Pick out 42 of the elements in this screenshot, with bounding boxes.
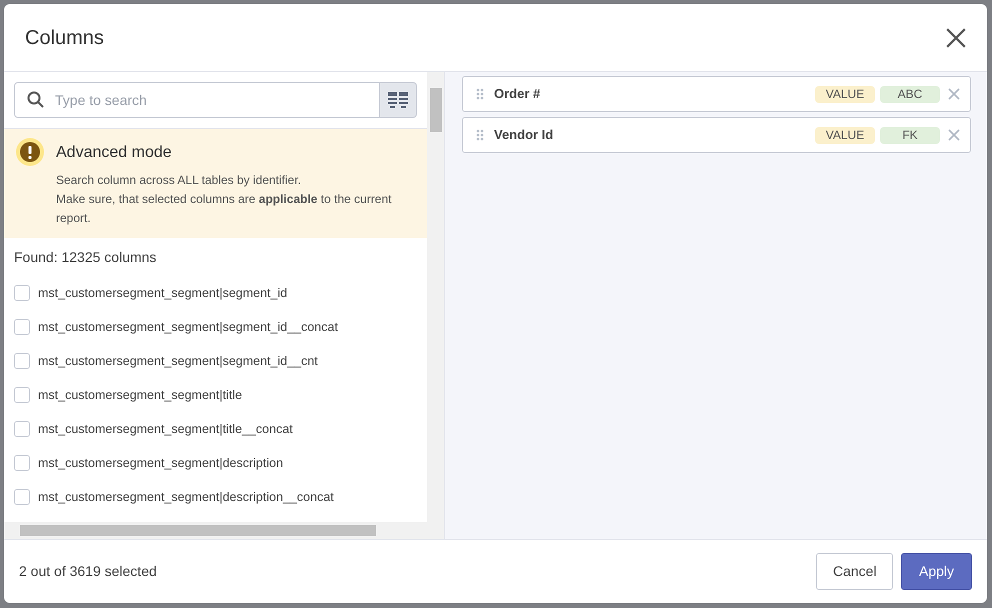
column-label[interactable]: mst_customersegment_segment|description bbox=[38, 454, 284, 472]
column-tag: FK bbox=[880, 126, 940, 144]
selected-column-item[interactable]: Order # VALUE ABC bbox=[462, 76, 971, 112]
notice-text: Make sure, that selected columns are applicable to the current report. bbox=[56, 191, 392, 227]
notice-text: Search column across ALL tables by identifier. bbox=[56, 172, 302, 189]
remove-icon[interactable] bbox=[948, 88, 960, 100]
warning-icon bbox=[16, 138, 44, 166]
checkbox[interactable] bbox=[14, 353, 30, 369]
notice-title: Advanced mode bbox=[56, 143, 173, 163]
column-tag: ABC bbox=[880, 86, 940, 102]
list-layout-icon bbox=[388, 92, 408, 108]
horizontal-scrollbar[interactable] bbox=[4, 522, 444, 539]
drag-handle-icon[interactable] bbox=[476, 129, 484, 141]
column-label[interactable]: mst_customersegment_segment|description__concat bbox=[38, 488, 334, 506]
cancel-button[interactable]: Cancel bbox=[816, 553, 893, 590]
column-name: Order # bbox=[494, 85, 542, 104]
close-icon[interactable] bbox=[945, 26, 967, 48]
vertical-scrollbar[interactable] bbox=[427, 72, 444, 522]
column-label[interactable]: mst_customersegment_segment|segment_id__concat bbox=[38, 318, 338, 336]
checkbox[interactable] bbox=[14, 285, 30, 301]
column-label[interactable]: mst_customersegment_segment|title__concat bbox=[38, 420, 293, 438]
column-label[interactable]: mst_customersegment_segment|segment_id bbox=[38, 284, 288, 302]
checkbox[interactable] bbox=[14, 387, 30, 403]
column-name: Vendor Id bbox=[494, 126, 554, 144]
drag-handle-icon[interactable] bbox=[476, 88, 484, 100]
column-label[interactable]: mst_customersegment_segment|segment_id__cnt bbox=[38, 352, 318, 370]
checkbox[interactable] bbox=[14, 319, 30, 335]
checkbox[interactable] bbox=[14, 489, 30, 505]
found-count: Found: 12325 columns bbox=[14, 248, 156, 266]
search-field[interactable]: Type to search bbox=[14, 82, 380, 118]
column-tag: VALUE bbox=[815, 86, 875, 102]
selected-column-item[interactable]: Vendor Id VALUE FK bbox=[462, 117, 971, 153]
layout-toggle-button[interactable] bbox=[380, 82, 418, 118]
dialog-title: Columns bbox=[25, 26, 104, 50]
column-label[interactable]: mst_customersegment_segment|title bbox=[38, 386, 242, 404]
apply-button[interactable]: Apply bbox=[901, 553, 972, 590]
selection-status: 2 out of 3619 selected bbox=[19, 562, 157, 581]
checkbox[interactable] bbox=[14, 455, 30, 471]
column-tag: VALUE bbox=[815, 126, 875, 144]
search-icon bbox=[27, 91, 45, 109]
checkbox[interactable] bbox=[14, 421, 30, 437]
remove-icon[interactable] bbox=[948, 129, 960, 141]
